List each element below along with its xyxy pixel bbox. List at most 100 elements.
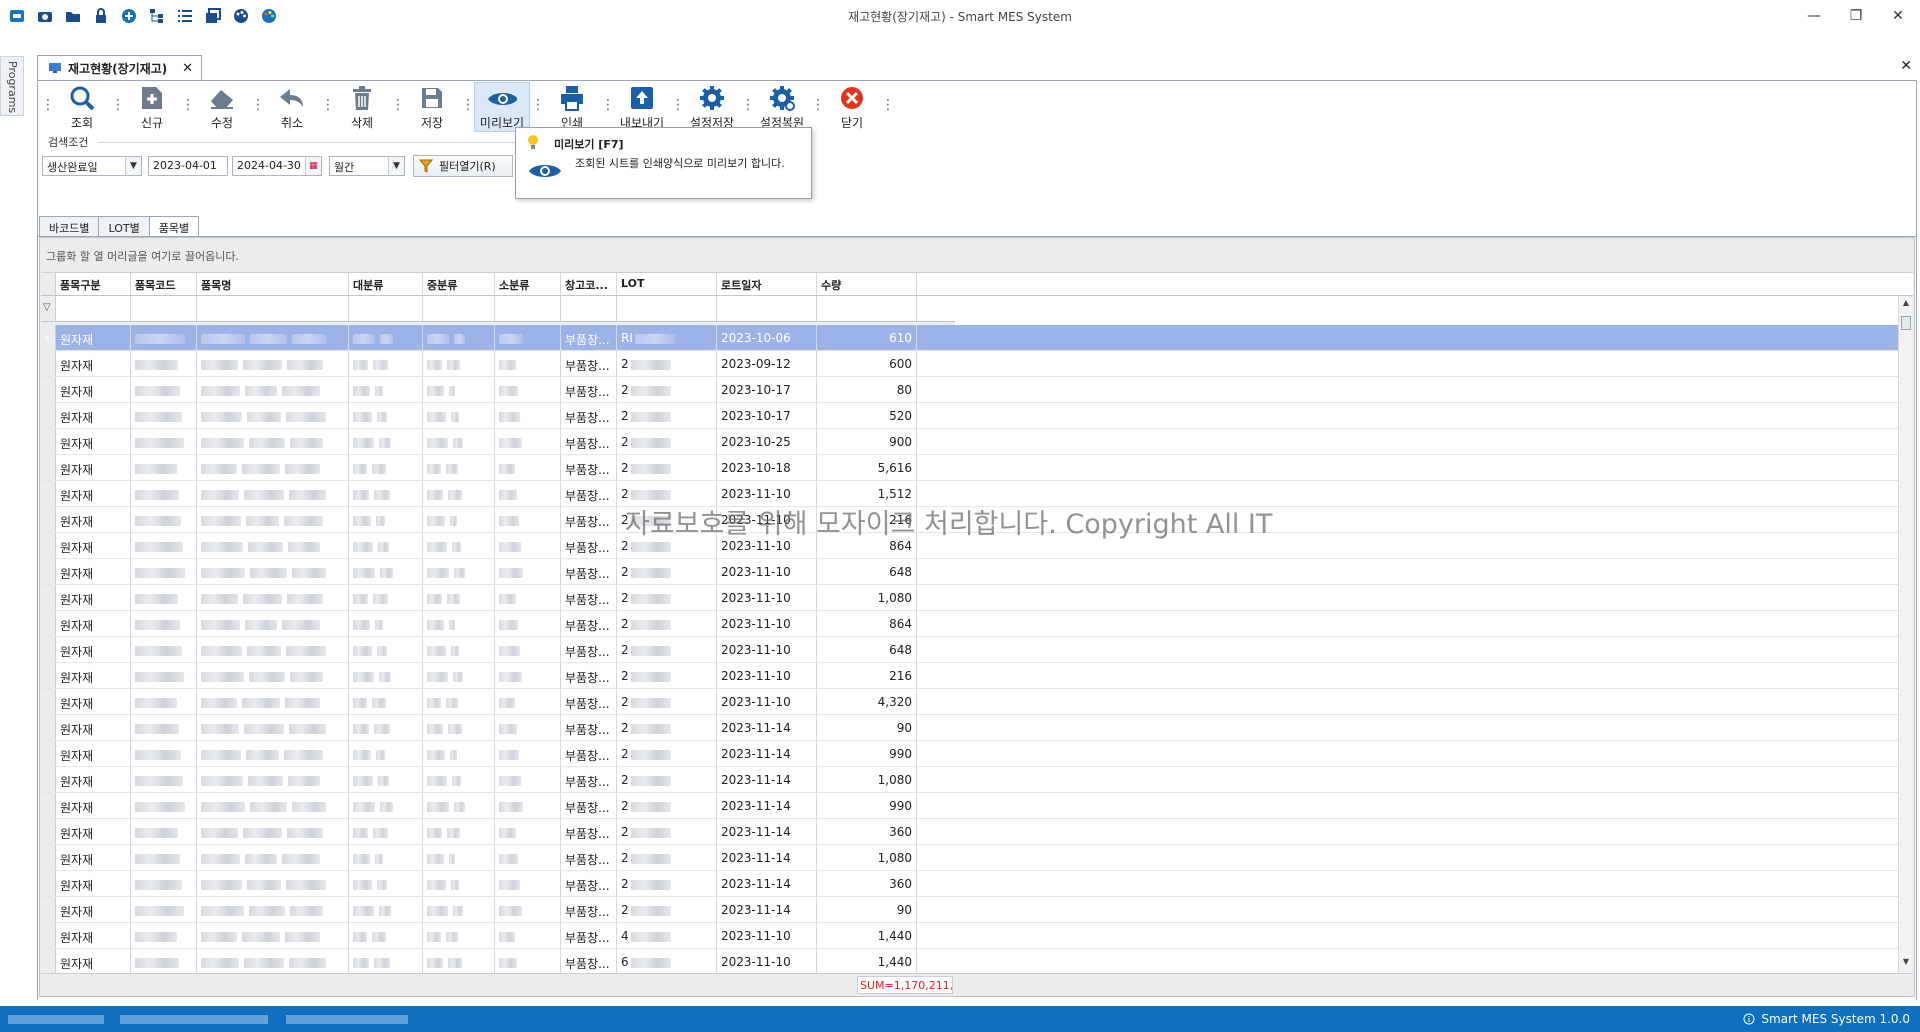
cell-quantity[interactable]: 520 [817,403,917,428]
cell-lot[interactable]: 2 [617,455,717,480]
col-item-type[interactable]: 품목구분 [56,273,131,295]
cell-item-name[interactable] [197,767,349,792]
cell-lot-date[interactable]: 2023-11-14 [717,715,817,740]
table-row[interactable]: 원자재 부품창... 2 2023-11-14 90 [41,897,1913,923]
cell-minor-category[interactable] [495,377,561,402]
cell-item-code[interactable] [131,611,197,636]
table-row[interactable]: 원자재 부품창... 2 2023-11-10 216 [41,663,1913,689]
cell-item-code[interactable] [131,585,197,610]
cell-warehouse-code[interactable]: 부품창... [561,507,617,532]
cell-lot-date[interactable]: 2023-11-14 [717,845,817,870]
cell-item-name[interactable] [197,949,349,973]
document-tab[interactable]: 재고현황(장기재고) ✕ [37,55,202,80]
cell-mid-category[interactable] [423,377,495,402]
cell-minor-category[interactable] [495,663,561,688]
cell-warehouse-code[interactable]: 부품창... [561,949,617,973]
cell-quantity[interactable]: 900 [817,429,917,454]
cell-lot[interactable]: 2 [617,429,717,454]
row-indicator[interactable] [41,897,56,922]
table-row[interactable]: 원자재 부품창... 2 2023-10-17 80 [41,377,1913,403]
cell-warehouse-code[interactable]: 부품창... [561,429,617,454]
table-row[interactable]: 원자재 부품창... 2 2023-11-10 864 [41,611,1913,637]
col-mid-category[interactable]: 중분류 [423,273,495,295]
cell-quantity[interactable]: 990 [817,741,917,766]
row-indicator[interactable] [41,689,56,714]
cell-warehouse-code[interactable]: 부품창... [561,325,617,350]
filter-cell[interactable] [617,296,717,321]
cell-major-category[interactable] [349,351,423,376]
filter-cell[interactable] [423,296,495,321]
scroll-up-icon[interactable]: ▲ [1899,298,1913,312]
cell-minor-category[interactable] [495,481,561,506]
cell-item-code[interactable] [131,923,197,948]
group-by-panel[interactable]: 그룹화 할 열 머리글을 여기로 끌어옵니다. [41,239,1913,273]
cell-major-category[interactable] [349,585,423,610]
cell-lot-date[interactable]: 2023-11-10 [717,949,817,973]
cell-item-type[interactable]: 원자재 [56,741,131,766]
cell-major-category[interactable] [349,767,423,792]
cell-item-name[interactable] [197,897,349,922]
cell-lot[interactable]: 6 [617,949,717,973]
cell-lot[interactable]: 4 [617,923,717,948]
cell-minor-category[interactable] [495,819,561,844]
filter-cell[interactable] [717,296,817,321]
cell-item-type[interactable]: 원자재 [56,949,131,973]
table-row[interactable]: 원자재 부품창... 2 2023-11-10 1,080 [41,585,1913,611]
table-row[interactable]: 원자재 부품창... 2 2023-11-14 990 [41,741,1913,767]
row-indicator[interactable] [41,845,56,870]
cell-item-type[interactable]: 원자재 [56,715,131,740]
print-button[interactable]: 인쇄 [544,82,600,132]
row-indicator[interactable] [41,481,56,506]
table-row[interactable]: 원자재 부품창... 2 2023-11-14 360 [41,819,1913,845]
filter-cell[interactable] [495,296,561,321]
programs-panel-tab[interactable]: Programs [0,56,24,116]
cell-lot[interactable]: 2 [617,585,717,610]
cell-minor-category[interactable] [495,507,561,532]
table-row[interactable]: › 원자재 부품창... RI 2023-10-06 610 [41,325,1913,351]
cell-mid-category[interactable] [423,507,495,532]
cell-item-code[interactable] [131,429,197,454]
cell-item-code[interactable] [131,793,197,818]
cell-mid-category[interactable] [423,481,495,506]
cell-item-type[interactable]: 원자재 [56,507,131,532]
cell-warehouse-code[interactable]: 부품창... [561,871,617,896]
cell-lot[interactable]: 2 [617,559,717,584]
cell-lot[interactable]: 2 [617,663,717,688]
cell-item-type[interactable]: 원자재 [56,455,131,480]
cell-major-category[interactable] [349,871,423,896]
cell-quantity[interactable]: 990 [817,793,917,818]
row-indicator[interactable] [41,533,56,558]
cell-mid-category[interactable] [423,559,495,584]
cell-major-category[interactable] [349,793,423,818]
row-indicator[interactable] [41,793,56,818]
close-button[interactable]: 닫기 [824,82,880,132]
col-lot-date[interactable]: 로트일자 [717,273,817,295]
col-item-name[interactable]: 품목명 [197,273,349,295]
cell-minor-category[interactable] [495,455,561,480]
cell-lot-date[interactable]: 2023-11-10 [717,611,817,636]
cell-item-name[interactable] [197,429,349,454]
filter-open-button[interactable]: 필터열기(R) [413,155,513,177]
cell-lot-date[interactable]: 2023-11-14 [717,871,817,896]
cell-major-category[interactable] [349,377,423,402]
cell-item-name[interactable] [197,871,349,896]
cell-major-category[interactable] [349,689,423,714]
cell-item-name[interactable] [197,611,349,636]
cell-item-name[interactable] [197,325,349,350]
cell-lot[interactable]: 2 [617,845,717,870]
cell-item-type[interactable]: 원자재 [56,871,131,896]
cell-major-category[interactable] [349,923,423,948]
cell-quantity[interactable]: 1,080 [817,585,917,610]
cell-item-name[interactable] [197,481,349,506]
cell-item-code[interactable] [131,871,197,896]
minimize-button[interactable]: — [1802,4,1826,28]
cell-mid-category[interactable] [423,403,495,428]
cell-item-type[interactable]: 원자재 [56,585,131,610]
cell-lot-date[interactable]: 2023-11-10 [717,585,817,610]
cell-mid-category[interactable] [423,793,495,818]
cell-item-code[interactable] [131,351,197,376]
cell-item-name[interactable] [197,403,349,428]
cell-warehouse-code[interactable]: 부품창... [561,403,617,428]
cell-lot-date[interactable]: 2023-10-17 [717,377,817,402]
cell-major-category[interactable] [349,949,423,973]
